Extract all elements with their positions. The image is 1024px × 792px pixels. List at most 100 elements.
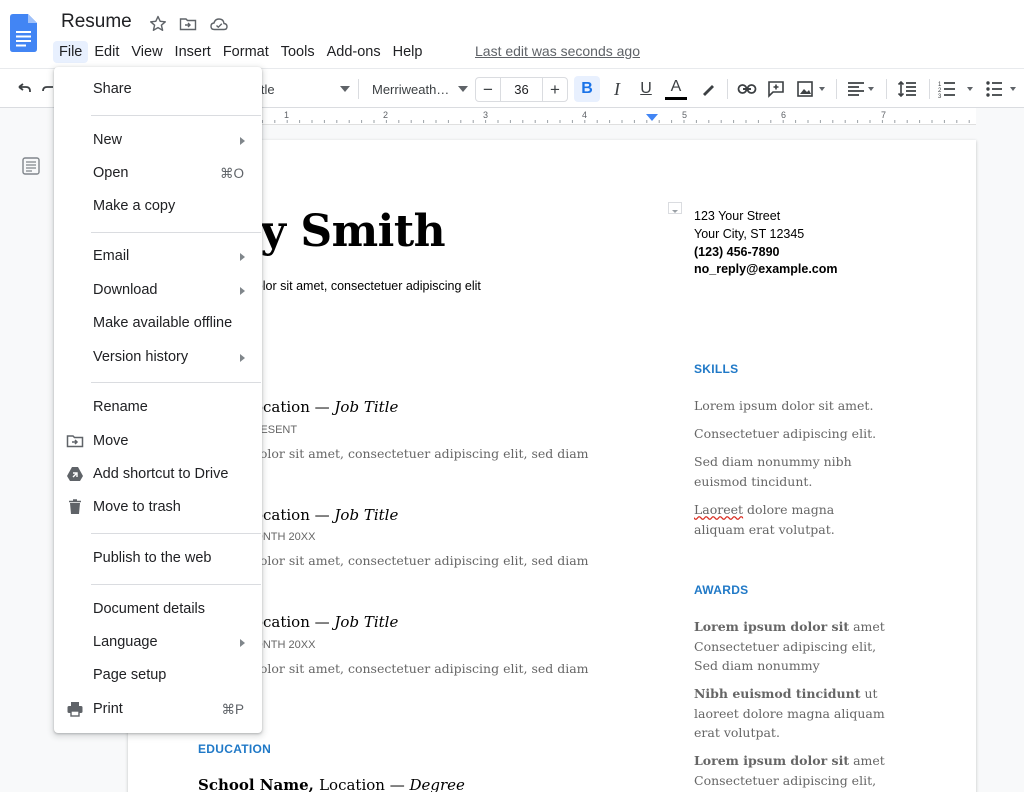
move-to-folder-icon[interactable]: [178, 14, 198, 34]
contact-email[interactable]: no_reply@example.com: [694, 262, 838, 276]
toolbar-divider: [886, 79, 887, 99]
highlight-color-icon[interactable]: [696, 77, 720, 101]
decrease-font-size-button[interactable]: −: [476, 78, 500, 101]
google-docs-logo-icon[interactable]: [10, 14, 37, 52]
paragraph-style-select[interactable]: itle: [258, 77, 350, 101]
menu-file[interactable]: File: [53, 41, 89, 63]
submenu-arrow-icon: [240, 253, 245, 261]
menu-item-label: Open: [93, 165, 129, 181]
menu-insert[interactable]: Insert: [169, 41, 217, 63]
menu-item-label: Language: [93, 634, 158, 650]
skill-item[interactable]: Lorem ipsum dolor sit amet.: [694, 396, 873, 416]
menu-item-label: Rename: [93, 399, 148, 415]
menu-item-label: Move: [93, 433, 129, 449]
font-family-select[interactable]: Merriweath…: [372, 77, 468, 101]
drive-shortcut-icon: [67, 467, 83, 481]
star-icon[interactable]: [148, 14, 168, 34]
ruler-number: 5: [682, 110, 688, 120]
text-color-label: A: [670, 78, 682, 95]
file-menu-document-details[interactable]: Document details: [54, 595, 262, 623]
menu-separator: [91, 232, 261, 233]
resume-tagline[interactable]: um dolor sit amet, consectetuer adipisci…: [228, 279, 481, 293]
document-title[interactable]: Resume: [61, 11, 132, 33]
insert-link-icon[interactable]: [734, 77, 760, 101]
education-line[interactable]: School Name, Location — Degree: [198, 776, 465, 792]
cloud-saved-icon[interactable]: [209, 14, 229, 34]
education-heading: EDUCATION: [198, 742, 272, 756]
line-spacing-icon[interactable]: [894, 77, 920, 101]
file-menu-move[interactable]: Move: [54, 427, 262, 455]
file-menu-publish-to-web[interactable]: Publish to the web: [54, 544, 262, 572]
menu-item-label: Document details: [93, 601, 206, 617]
menu-add-ons[interactable]: Add-ons: [321, 41, 387, 63]
align-left-icon[interactable]: [845, 77, 879, 101]
insert-image-icon[interactable]: [794, 77, 830, 101]
menu-view[interactable]: View: [125, 41, 168, 63]
skill-item[interactable]: Consectetuer adipiscing elit.: [694, 424, 876, 444]
last-edit-link[interactable]: Last edit was seconds ago: [475, 43, 640, 59]
ruler-number: 2: [383, 110, 389, 120]
award-item[interactable]: Lorem ipsum dolor sit amet Consectetuer …: [694, 617, 885, 676]
job-description[interactable]: um dolor sit amet, consectetuer adipisci…: [228, 444, 589, 482]
document-outline-icon[interactable]: [22, 157, 40, 175]
toolbar-divider: [727, 79, 728, 99]
job-description[interactable]: um dolor sit amet, consectetuer adipisci…: [228, 551, 589, 589]
menu-item-label: New: [93, 132, 123, 148]
file-menu-version-history[interactable]: Version history: [54, 343, 262, 371]
indent-marker-icon: [646, 114, 658, 121]
text-color-swatch: [665, 97, 687, 100]
italic-button[interactable]: I: [605, 77, 629, 101]
file-menu-share[interactable]: Share: [54, 75, 262, 103]
submenu-arrow-icon: [240, 137, 245, 145]
file-menu-move-to-trash[interactable]: Move to trash: [54, 493, 262, 521]
menu-separator: [91, 584, 261, 585]
file-menu-rename[interactable]: Rename: [54, 393, 262, 421]
increase-font-size-button[interactable]: +: [543, 78, 567, 101]
file-menu-new[interactable]: New: [54, 126, 262, 154]
numbered-list-icon[interactable]: 123: [936, 77, 978, 101]
ruler-number: 7: [881, 110, 887, 120]
font-size-input[interactable]: [500, 78, 543, 101]
job-description[interactable]: um dolor sit amet, consectetuer adipisci…: [228, 659, 589, 697]
menu-tools[interactable]: Tools: [275, 41, 321, 63]
file-menu-make-a-copy[interactable]: Make a copy: [54, 192, 262, 220]
file-menu-print[interactable]: Print ⌘P: [54, 695, 262, 723]
ruler-number: 1: [284, 110, 290, 120]
move-folder-icon: [66, 435, 84, 448]
contact-street[interactable]: 123 Your Street: [694, 209, 780, 223]
text-color-button[interactable]: A: [663, 77, 689, 101]
menu-item-label: Make a copy: [93, 198, 176, 214]
file-menu-make-available-offline[interactable]: Make available offline: [54, 309, 262, 337]
contact-phone[interactable]: (123) 456-7890: [694, 245, 779, 259]
file-menu-open[interactable]: Open ⌘O: [54, 159, 262, 187]
menu-edit[interactable]: Edit: [88, 41, 125, 63]
undo-icon[interactable]: [12, 77, 36, 101]
skill-item[interactable]: Laoreet dolore magna aliquam erat volutpa…: [694, 500, 835, 539]
skill-item[interactable]: Sed diam nonummy nibh euismod tincidunt.: [694, 452, 852, 491]
menu-item-label: Move to trash: [93, 499, 181, 515]
award-item[interactable]: Nibh euismod tincidunt ut laoreet dolore…: [694, 684, 885, 743]
menu-help[interactable]: Help: [387, 41, 429, 63]
underline-button[interactable]: U: [634, 77, 658, 101]
file-menu-download[interactable]: Download: [54, 276, 262, 304]
award-item[interactable]: Lorem ipsum dolor sit amet Consectetuer …: [694, 751, 885, 790]
menu-format[interactable]: Format: [217, 41, 275, 63]
submenu-arrow-icon: [240, 354, 245, 362]
insert-comment-icon[interactable]: [764, 77, 788, 101]
menu-item-label: Add shortcut to Drive: [93, 466, 229, 482]
file-menu-add-shortcut[interactable]: Add shortcut to Drive: [54, 460, 262, 488]
menu-separator: [91, 533, 261, 534]
toolbar-divider: [358, 79, 359, 99]
file-menu-page-setup[interactable]: Page setup: [54, 661, 262, 689]
dropdown-arrow-icon: [458, 86, 468, 92]
bold-button[interactable]: B: [574, 76, 600, 102]
contact-dropdown-toggle[interactable]: [668, 202, 682, 214]
trash-icon: [69, 499, 81, 514]
menu-item-label: Email: [93, 248, 130, 264]
contact-city[interactable]: Your City, ST 12345: [694, 227, 804, 241]
caret-down-icon: [672, 210, 678, 213]
menu-item-label: Publish to the web: [93, 550, 212, 566]
file-menu-language[interactable]: Language: [54, 628, 262, 656]
bulleted-list-icon[interactable]: [985, 77, 1021, 101]
file-menu-email[interactable]: Email: [54, 242, 262, 270]
